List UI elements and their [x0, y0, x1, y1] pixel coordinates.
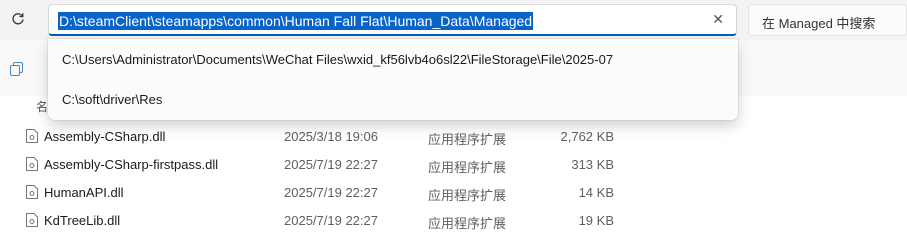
- file-size: 2,762 KB: [560, 129, 615, 144]
- file-row[interactable]: Assembly-CSharp.dll 2025/3/18 19:06 应用程序…: [0, 125, 907, 149]
- dll-file-icon: [26, 129, 38, 143]
- search-input[interactable]: 在 Managed 中搜索: [748, 4, 907, 36]
- file-type: 应用程序扩展: [428, 160, 507, 175]
- file-name: HumanAPI.dll: [44, 185, 124, 200]
- dll-file-icon: [26, 185, 38, 199]
- file-row[interactable]: Assembly-CSharp-firstpass.dll 2025/7/19 …: [0, 153, 907, 177]
- file-type: 应用程序扩展: [428, 132, 507, 147]
- file-date: 2025/3/18 19:06: [284, 129, 378, 144]
- file-row[interactable]: KdTreeLib.dll 2025/7/19 22:27 应用程序扩展 19 …: [0, 209, 907, 233]
- file-type: 应用程序扩展: [428, 188, 507, 203]
- file-date: 2025/7/19 22:27: [284, 213, 378, 228]
- file-name: Assembly-CSharp-firstpass.dll: [44, 157, 219, 172]
- file-size: 19 KB: [578, 213, 614, 228]
- file-size: 14 KB: [578, 185, 614, 200]
- file-name: Assembly-CSharp.dll: [44, 129, 166, 144]
- suggestion-item[interactable]: C:\soft\driver\Res: [62, 92, 162, 107]
- file-date: 2025/7/19 22:27: [284, 185, 378, 200]
- file-row[interactable]: HumanAPI.dll 2025/7/19 22:27 应用程序扩展 14 K…: [0, 181, 907, 205]
- file-date: 2025/7/19 22:27: [284, 157, 378, 172]
- search-placeholder: 在 Managed 中搜索: [762, 16, 876, 31]
- suggestion-item[interactable]: C:\Users\Administrator\Documents\WeChat …: [62, 52, 613, 67]
- dll-file-icon: [26, 213, 38, 227]
- close-icon[interactable]: ✕: [712, 11, 724, 28]
- file-type: 应用程序扩展: [428, 216, 507, 231]
- dll-file-icon: [26, 157, 38, 171]
- file-size: 313 KB: [571, 157, 614, 172]
- file-name: KdTreeLib.dll: [44, 213, 121, 228]
- refresh-icon[interactable]: [8, 8, 28, 30]
- address-path[interactable]: D:\steamClient\steamapps\common\Human Fa…: [58, 12, 534, 30]
- address-suggestions-dropdown: C:\Users\Administrator\Documents\WeChat …: [48, 39, 738, 120]
- copy-icon[interactable]: [10, 62, 24, 76]
- toolbar: D:\steamClient\steamapps\common\Human Fa…: [0, 0, 907, 40]
- column-header-name[interactable]: 名: [36, 98, 48, 115]
- address-bar[interactable]: D:\steamClient\steamapps\common\Human Fa…: [48, 4, 737, 36]
